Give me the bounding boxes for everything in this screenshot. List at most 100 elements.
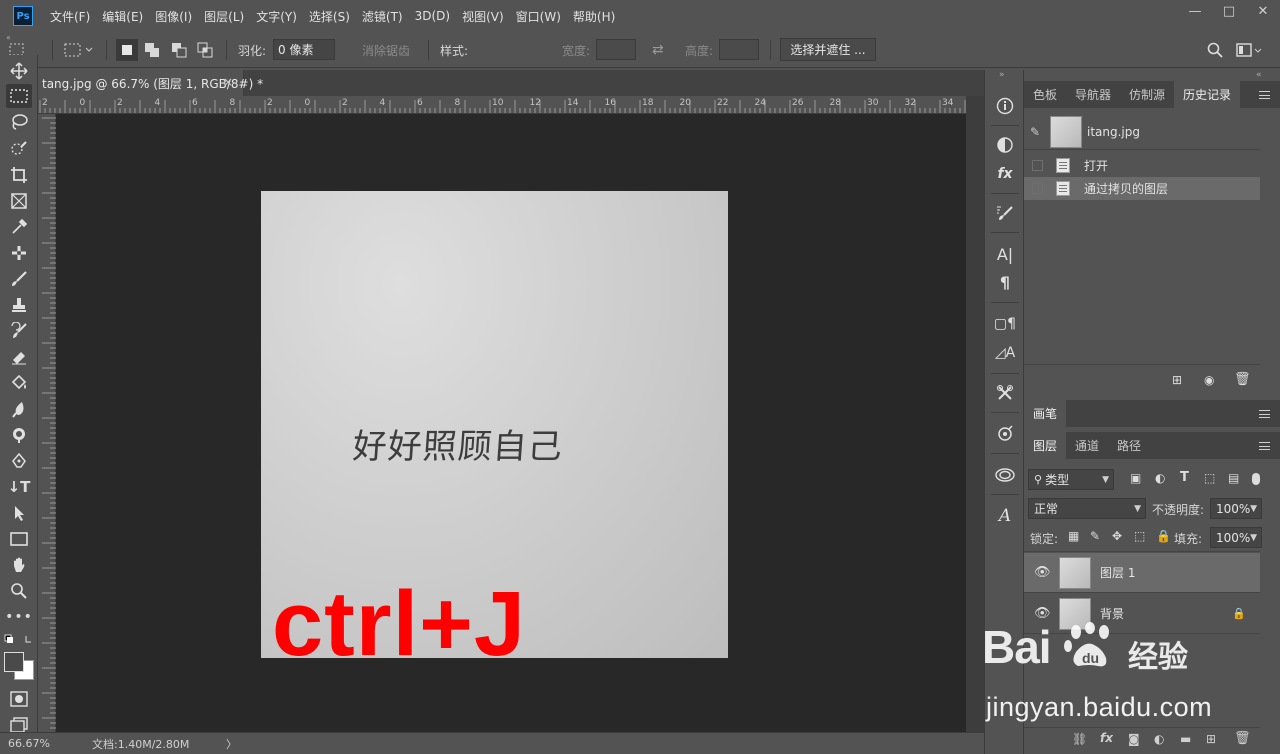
- frame-tool-icon[interactable]: [6, 189, 32, 213]
- menu-view[interactable]: 视图(V): [456, 8, 510, 25]
- lock-all-icon[interactable]: 🔒: [1156, 529, 1171, 543]
- quick-mask-icon[interactable]: [6, 687, 32, 711]
- snapshot-camera-icon[interactable]: ◉: [1204, 373, 1214, 387]
- layer-filter-select[interactable]: ⚲ 类型 ▼: [1028, 469, 1114, 490]
- move-tool-icon[interactable]: [6, 59, 32, 83]
- tab-brushes[interactable]: 画笔: [1024, 400, 1067, 427]
- new-selection-icon[interactable]: [116, 39, 138, 61]
- subtract-selection-icon[interactable]: [170, 41, 188, 59]
- tab-swatches[interactable]: 色板: [1024, 81, 1066, 108]
- glyphs-icon[interactable]: A: [993, 504, 1017, 528]
- fill-input[interactable]: 100% ▼: [1210, 527, 1262, 548]
- brush-panel-menu-icon[interactable]: [1259, 410, 1270, 418]
- lock-position-icon[interactable]: ✥: [1112, 529, 1122, 543]
- character-styles-icon[interactable]: ◿A: [993, 341, 1017, 365]
- new-document-from-state-icon[interactable]: ⊞: [1172, 373, 1182, 387]
- history-state-selected[interactable]: 通过拷贝的图层: [1024, 177, 1260, 200]
- rectangle-tool-icon[interactable]: [6, 527, 32, 551]
- menu-window[interactable]: 窗口(W): [510, 8, 567, 25]
- search-icon[interactable]: [1206, 41, 1224, 59]
- eraser-tool-icon[interactable]: [6, 345, 32, 369]
- info-icon[interactable]: [993, 94, 1017, 118]
- zoom-tool-icon[interactable]: [6, 579, 32, 603]
- intersect-selection-icon[interactable]: [196, 41, 214, 59]
- height-input[interactable]: [719, 39, 759, 60]
- menu-image[interactable]: 图像(I): [149, 8, 198, 25]
- new-adjustment-layer-icon[interactable]: ◐: [1154, 732, 1164, 746]
- new-group-icon[interactable]: ▬: [1180, 732, 1191, 746]
- select-and-mask-button[interactable]: 选择并遮住 ...: [780, 38, 876, 61]
- paragraph-icon[interactable]: ¶: [993, 270, 1017, 294]
- feather-input[interactable]: 0 像素: [273, 39, 335, 60]
- filter-adjustment-icon[interactable]: ◐: [1155, 471, 1165, 485]
- maximize-button[interactable]: □: [1212, 0, 1246, 22]
- layers-panel-menu-icon[interactable]: [1259, 442, 1270, 450]
- add-mask-icon[interactable]: ◙: [1128, 732, 1140, 746]
- visibility-eye-icon[interactable]: 👁: [1034, 565, 1051, 580]
- menu-filter[interactable]: 滤镜(T): [356, 8, 409, 25]
- filter-smart-object-icon[interactable]: ▤: [1228, 471, 1239, 485]
- delete-state-icon[interactable]: 🗑: [1234, 372, 1251, 387]
- history-state-checkbox[interactable]: [1032, 183, 1043, 194]
- visibility-eye-icon[interactable]: 👁: [1034, 606, 1051, 621]
- close-tab-icon[interactable]: ×: [223, 75, 233, 89]
- menu-file[interactable]: 文件(F): [44, 8, 96, 25]
- add-selection-icon[interactable]: [143, 41, 161, 59]
- filter-pixel-icon[interactable]: ▣: [1130, 471, 1141, 485]
- menu-3d[interactable]: 3D(D): [409, 9, 456, 23]
- brush-tool-icon[interactable]: [6, 267, 32, 291]
- history-panel-menu-icon[interactable]: [1259, 91, 1270, 99]
- properties-icon[interactable]: [993, 422, 1017, 446]
- tool-presets-icon[interactable]: [993, 381, 1017, 405]
- hand-tool-icon[interactable]: [6, 553, 32, 577]
- lock-image-pixels-icon[interactable]: ✎: [1090, 529, 1100, 543]
- paragraph-styles-icon[interactable]: ▢¶: [993, 312, 1017, 336]
- swap-colors-icon[interactable]: [4, 633, 34, 647]
- layer-row-selected[interactable]: 👁 图层 1: [1024, 553, 1260, 593]
- marquee-preset-picker[interactable]: [64, 41, 94, 59]
- brush-settings-icon[interactable]: [993, 201, 1017, 225]
- opacity-input[interactable]: 100% ▼: [1210, 498, 1262, 519]
- quick-selection-tool-icon[interactable]: [6, 137, 32, 161]
- rect-marquee-tool-icon[interactable]: [6, 84, 32, 108]
- menu-type[interactable]: 文字(Y): [250, 8, 303, 25]
- history-state-checkbox[interactable]: [1032, 160, 1043, 171]
- clone-stamp-tool-icon[interactable]: [6, 293, 32, 317]
- tab-layers[interactable]: 图层: [1024, 432, 1067, 459]
- layer-style-fx-icon[interactable]: fx: [1100, 731, 1113, 745]
- new-layer-icon[interactable]: ⊞: [1206, 732, 1216, 746]
- delete-layer-icon[interactable]: 🗑: [1234, 731, 1251, 746]
- menu-edit[interactable]: 编辑(E): [96, 8, 149, 25]
- lock-transparency-icon[interactable]: ▦: [1068, 529, 1079, 543]
- path-selection-tool-icon[interactable]: [6, 501, 32, 525]
- filter-toggle-icon[interactable]: [1252, 473, 1260, 485]
- more-tools-icon[interactable]: •••: [5, 605, 32, 629]
- menu-select[interactable]: 选择(S): [303, 8, 356, 25]
- libraries-icon[interactable]: [993, 463, 1017, 487]
- blend-mode-select[interactable]: 正常 ▼: [1028, 498, 1146, 519]
- tab-clone-source[interactable]: 仿制源: [1120, 81, 1174, 108]
- zoom-level[interactable]: 66.67%: [8, 737, 50, 750]
- tab-navigator[interactable]: 导航器: [1066, 81, 1120, 108]
- crop-tool-icon[interactable]: [6, 163, 32, 187]
- status-menu-arrow-icon[interactable]: 〉: [226, 736, 237, 752]
- menu-layer[interactable]: 图层(L): [198, 8, 250, 25]
- type-tool-icon[interactable]: ↓T: [6, 475, 32, 499]
- history-brush-tool-icon[interactable]: [6, 319, 32, 343]
- link-layers-icon[interactable]: ⛓: [1072, 732, 1087, 746]
- spot-healing-tool-icon[interactable]: [6, 241, 32, 265]
- dodge-tool-icon[interactable]: [6, 423, 32, 447]
- close-window-button[interactable]: ✕: [1246, 0, 1280, 22]
- eyedropper-tool-icon[interactable]: [6, 215, 32, 239]
- lasso-tool-icon[interactable]: [6, 110, 32, 134]
- foreground-color-swatch[interactable]: [4, 652, 24, 672]
- width-input[interactable]: [596, 39, 636, 60]
- tab-channels[interactable]: 通道: [1066, 432, 1108, 459]
- collapse-panels-icon[interactable]: «: [1256, 70, 1262, 80]
- filter-type-icon[interactable]: T: [1180, 470, 1189, 485]
- menu-help[interactable]: 帮助(H): [567, 8, 621, 25]
- collapse-dock-icon[interactable]: »: [999, 70, 1005, 80]
- blur-tool-icon[interactable]: [6, 397, 32, 421]
- tab-history[interactable]: 历史记录: [1174, 81, 1241, 108]
- styles-fx-icon[interactable]: fx: [993, 162, 1017, 186]
